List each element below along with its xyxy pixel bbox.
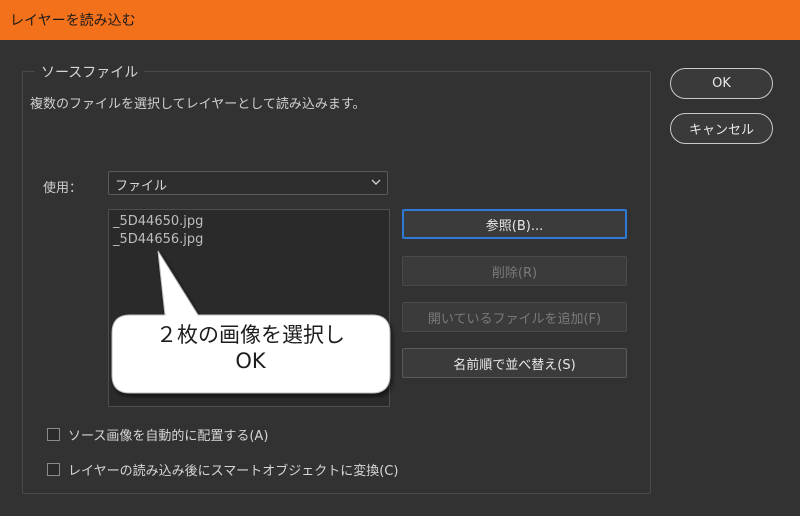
source-files-legend: ソースファイル (35, 62, 145, 82)
ok-button[interactable]: OK (670, 68, 773, 99)
annotation-text: ２枚の画像を選択し OK (118, 322, 383, 374)
file-list-item[interactable]: _5D44656.jpg (113, 232, 203, 247)
annotation-line-2: OK (235, 349, 266, 373)
browse-button[interactable]: 参照(B)... (402, 209, 627, 239)
cancel-button[interactable]: キャンセル (670, 113, 773, 144)
smart-object-label: レイヤーの読み込み後にスマートオブジェクトに変換(C) (68, 464, 399, 479)
smart-object-option[interactable]: レイヤーの読み込み後にスマートオブジェクトに変換(C) (47, 460, 398, 479)
smart-object-checkbox[interactable] (47, 463, 60, 476)
annotation-line-1: ２枚の画像を選択し (156, 323, 345, 347)
auto-align-option[interactable]: ソース画像を自動的に配置する(A) (47, 425, 268, 444)
title-bar: レイヤーを読み込む (0, 0, 800, 40)
remove-button[interactable]: 削除(R) (402, 256, 627, 286)
add-open-files-button[interactable]: 開いているファイルを追加(F) (402, 302, 627, 332)
auto-align-label: ソース画像を自動的に配置する(A) (68, 429, 269, 444)
file-list-item[interactable]: _5D44650.jpg (113, 214, 203, 229)
use-select[interactable]: ファイル (108, 171, 388, 195)
description-text: 複数のファイルを選択してレイヤーとして読み込みます。 (30, 97, 366, 112)
auto-align-checkbox[interactable] (47, 428, 60, 441)
use-label: 使用： (43, 181, 83, 196)
use-select-value: ファイル (115, 179, 168, 194)
sort-by-name-button[interactable]: 名前順で並べ替え(S) (402, 348, 627, 378)
window-title: レイヤーを読み込む (10, 13, 136, 29)
chevron-down-icon (371, 179, 381, 185)
